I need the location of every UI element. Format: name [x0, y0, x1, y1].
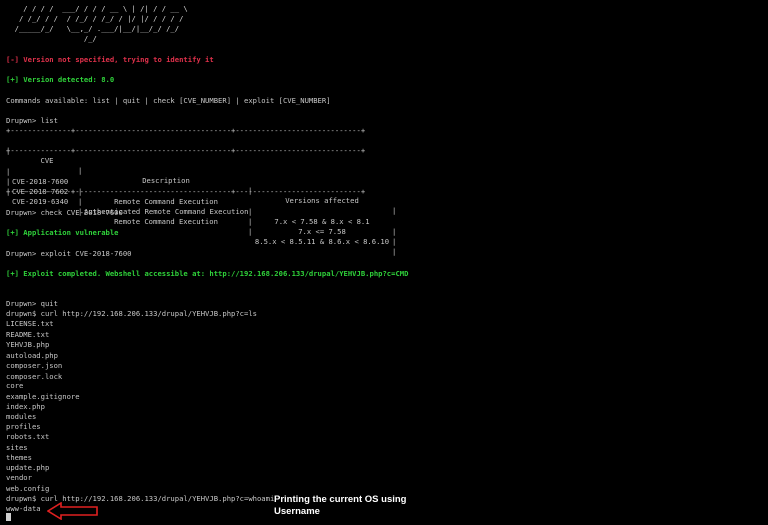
- app-vulnerable-message: [+] Application vulnerable: [6, 228, 119, 237]
- list-item: autoload.php: [6, 350, 58, 360]
- version-not-specified-message: [-] Version not specified, trying to ide…: [6, 55, 214, 64]
- annotation-callout: Printing the current OS using Username: [274, 494, 444, 518]
- prompt-exploit: Drupwn> exploit CVE-2018-7600: [6, 249, 132, 258]
- cell-cve: CVE-2019-6340: [12, 197, 69, 206]
- list-item: themes: [6, 452, 32, 462]
- list-item: web.config: [6, 483, 50, 493]
- banner-line: /_____/_/ \__,_/ .___/|__/|__/_/ /_/: [6, 24, 180, 33]
- prompt-quit: Drupwn> quit: [6, 299, 58, 308]
- exploit-completed-message: [+] Exploit completed. Webshell accessib…: [6, 269, 409, 278]
- annotation-line-2: Username: [274, 506, 320, 517]
- list-item: composer.json: [6, 361, 63, 370]
- table-border: +--------------+------------------------…: [6, 187, 366, 196]
- table-row: | CVE-2019-6340 | Remote Command Executi…: [6, 187, 397, 256]
- list-item: YEHVJB.php: [6, 340, 50, 349]
- prompt-list: Drupwn> list: [6, 116, 58, 125]
- shell-curl-ls: drupwn$ curl http://192.168.206.133/drup…: [6, 309, 257, 318]
- banner-line: /_/: [6, 34, 97, 43]
- table-border: +--------------+------------------------…: [6, 146, 366, 155]
- list-item: vendor: [6, 473, 32, 482]
- version-detected-message: [+] Version detected: 8.0: [6, 75, 115, 84]
- cell-description: Remote Command Execution: [114, 197, 218, 206]
- list-item: composer.lock: [6, 371, 63, 381]
- list-item: robots.txt: [6, 432, 50, 441]
- banner-line: / /_/ / / / /_/ / /_/ / |/ |/ / / / /: [6, 14, 184, 23]
- list-item: example.gitignore: [6, 391, 80, 401]
- list-item: README.txt: [6, 329, 50, 339]
- table-row: | CVE-2018-7600 | Remote Command Executi…: [6, 167, 397, 236]
- list-item: index.php: [6, 401, 45, 411]
- whoami-result: www-data: [6, 504, 41, 513]
- banner-line: / / / / ___/ / / / __ \ | /| / / __ \: [6, 4, 188, 13]
- commands-available-text: Commands available: list | quit | check …: [6, 96, 331, 105]
- list-item: core: [6, 381, 24, 390]
- table-row: | CVE-2018-7602 | Authenticated Remote C…: [6, 177, 397, 246]
- list-item: modules: [6, 412, 37, 421]
- cell-versions: 8.5.x < 8.5.11 & 8.6.x < 8.6.10: [254, 237, 390, 246]
- arrow-left-icon: [47, 502, 98, 520]
- list-item: update.php: [6, 463, 50, 472]
- table-header-row: | CVE | Description | Versions affected …: [6, 146, 397, 215]
- list-item: LICENSE.txt: [6, 319, 54, 328]
- cell-versions: 7.x < 7.58 & 8.x < 8.1: [274, 217, 370, 226]
- cell-description: Remote Command Execution: [114, 217, 218, 226]
- cell-versions: 7.x <= 7.58: [298, 227, 346, 236]
- list-item: profiles: [6, 422, 41, 431]
- table-border: +--------------+------------------------…: [6, 126, 366, 135]
- prompt-check: Drupwn> check CVE-2018-7600: [6, 208, 123, 217]
- annotation-line-1: Printing the current OS using: [274, 494, 407, 505]
- terminal-cursor[interactable]: [6, 513, 11, 521]
- list-item: sites: [6, 442, 28, 452]
- header-versions: Versions affected: [285, 196, 359, 205]
